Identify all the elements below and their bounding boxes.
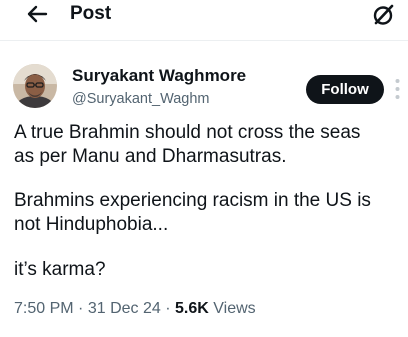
back-arrow-icon[interactable] — [26, 5, 48, 23]
tweet-paragraph: it’s karma? — [14, 259, 106, 280]
meta-separator: · — [78, 300, 84, 317]
avatar[interactable] — [13, 64, 57, 108]
meta-separator: · — [165, 300, 171, 317]
tweet-paragraph: Brahmins experiencing racism in the US i… — [14, 190, 371, 235]
post-time[interactable]: 7:50 PM — [14, 300, 74, 317]
post-date[interactable]: 31 Dec 24 — [88, 300, 161, 317]
views-label: Views — [213, 300, 256, 317]
author-name[interactable]: Suryakant Waghmore — [72, 66, 246, 86]
author-handle[interactable]: @Suryakant_Waghm — [72, 90, 210, 108]
more-options-icon[interactable] — [395, 78, 400, 100]
grok-icon[interactable] — [371, 3, 395, 27]
header-divider — [0, 40, 408, 41]
tweet-paragraph: A true Brahmin should not cross the seas… — [14, 122, 361, 167]
follow-button[interactable]: Follow — [306, 75, 384, 104]
tweet-metadata: 7:50 PM · 31 Dec 24 · 5.6K Views — [14, 299, 256, 319]
avatar-photo — [13, 64, 57, 108]
top-bar: Post — [0, 0, 408, 34]
page-title: Post — [70, 3, 112, 24]
views-count[interactable]: 5.6K — [175, 300, 209, 317]
